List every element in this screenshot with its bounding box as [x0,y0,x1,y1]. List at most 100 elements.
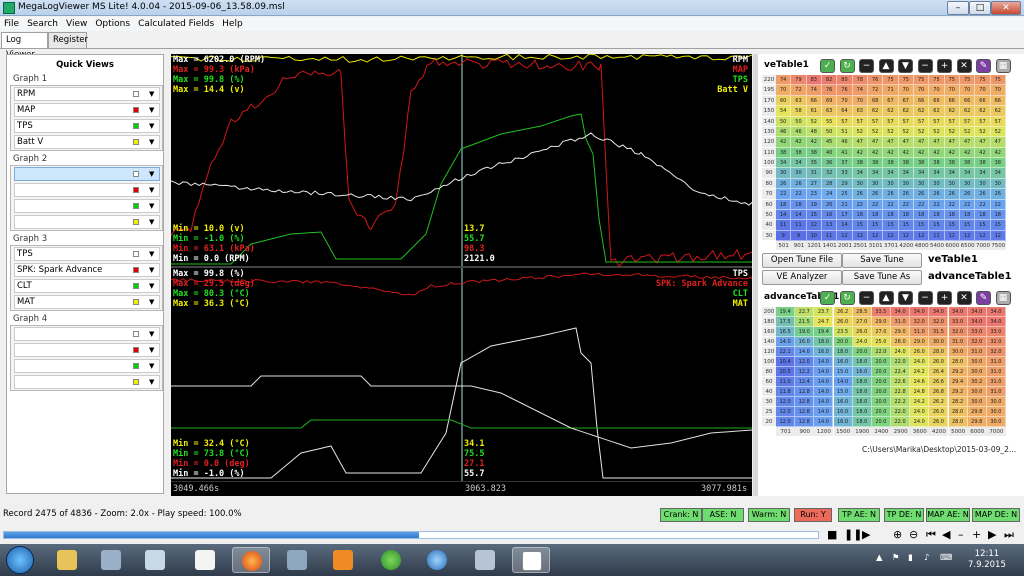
table-cell[interactable]: 14.0 [814,367,833,377]
table-cell[interactable]: 29.0 [872,317,891,327]
table-cell[interactable]: 31.0 [987,357,1006,367]
table-cell[interactable]: 25 [837,189,852,199]
table-cell[interactable]: 70 [853,96,868,106]
table-cell[interactable]: 9 [791,231,806,241]
table-cell[interactable]: 22 [945,200,960,210]
table-cell[interactable]: 69 [822,96,837,106]
table-cell[interactable]: 60 [776,96,791,106]
forward-icon[interactable]: ▶ [988,529,996,541]
table-cell[interactable]: 33.0 [968,327,987,337]
taskbar-sketch[interactable] [418,547,456,573]
last-record-icon[interactable]: ⏭ [1004,529,1014,541]
table-cell[interactable]: 76 [837,85,852,95]
table-cell[interactable]: 52 [960,127,975,137]
table-cell[interactable]: 16.0 [834,417,853,427]
table-cell[interactable]: 18 [776,200,791,210]
color-swatch[interactable] [133,139,139,145]
table-cell[interactable]: 20.0 [834,337,853,347]
table-cell[interactable]: 26 [914,189,929,199]
color-swatch[interactable] [133,123,139,129]
table-cell[interactable]: 38 [945,158,960,168]
table-cell[interactable]: 62 [868,106,883,116]
table-cell[interactable]: 12.8 [795,417,814,427]
table-cell[interactable]: 14 [791,210,806,220]
plus-icon[interactable]: + [937,59,952,73]
table-cell[interactable]: 12 [899,231,914,241]
table-cell[interactable]: 24.8 [910,387,929,397]
table-cell[interactable]: 12 [975,231,990,241]
table-cell[interactable]: 74 [776,75,791,85]
table-cell[interactable]: 34 [791,158,806,168]
table-cell[interactable]: 62 [883,106,898,116]
table-cell[interactable]: 52 [991,127,1006,137]
graph-1[interactable]: Max = 6202.0 (RPM) Max = 99.3 (kPa) Max = … [171,54,752,266]
table-cell[interactable]: 30 [914,179,929,189]
table-cell[interactable]: 29.2 [949,387,968,397]
chevron-down-icon[interactable]: ▼ [149,122,154,130]
table-cell[interactable]: 55 [822,117,837,127]
taskbar-megalogviewer[interactable] [512,547,550,573]
table-cell[interactable]: 26 [883,189,898,199]
table-cell[interactable]: 75 [929,75,944,85]
table-cell[interactable]: 14.0 [814,407,833,417]
chevron-down-icon[interactable]: ▼ [149,266,154,274]
scrub-plus-icon[interactable]: + [972,529,981,541]
table-cell[interactable]: 26 [868,189,883,199]
table-cell[interactable]: 30 [868,179,883,189]
table-cell[interactable]: 16.5 [776,327,795,337]
table-cell[interactable]: 68 [868,96,883,106]
table-cell[interactable]: 20 [822,200,837,210]
table-cell[interactable]: 57 [991,117,1006,127]
quick-view-select[interactable]: CLT ▼ [14,279,160,293]
table-cell[interactable]: 30 [975,179,990,189]
table-cell[interactable]: 52 [868,127,883,137]
table-cell[interactable]: 38 [853,158,868,168]
table-cell[interactable]: 23.7 [814,307,833,317]
table-cell[interactable]: 70 [776,85,791,95]
table-cell[interactable]: 11 [791,220,806,230]
table-cell[interactable]: 28 [822,179,837,189]
table-cell[interactable]: 26 [960,189,975,199]
table-cell[interactable]: 33.0 [949,317,968,327]
table-cell[interactable]: 52 [975,127,990,137]
table-cell[interactable]: 70 [945,85,960,95]
table-cell[interactable]: 26.0 [853,327,872,337]
grid-icon[interactable]: ▦ [996,59,1011,73]
color-swatch[interactable] [133,363,139,369]
quick-view-select[interactable]: ▼ [14,199,160,213]
table-cell[interactable]: 74 [853,85,868,95]
table-cell[interactable]: 22.7 [795,307,814,317]
cancel-icon[interactable]: ✕ [957,291,972,305]
table-cell[interactable]: 26.2 [929,397,948,407]
table-cell[interactable]: 34.0 [987,317,1006,327]
zoom-out-icon[interactable]: ⊖ [909,529,918,541]
table-cell[interactable]: 20.0 [872,397,891,407]
color-swatch[interactable] [133,331,139,337]
table-cell[interactable]: 26.0 [910,347,929,357]
table-cell[interactable]: 26 [929,189,944,199]
table-cell[interactable]: 47 [853,137,868,147]
table-cell[interactable]: 30.0 [987,407,1006,417]
table-cell[interactable]: 29.2 [949,367,968,377]
table-cell[interactable]: 34.0 [910,307,929,317]
zoom-in-icon[interactable]: ⊕ [893,529,902,541]
table-cell[interactable]: 34.0 [968,317,987,327]
table-cell[interactable]: 16.0 [853,367,872,377]
table-cell[interactable]: 19.4 [814,327,833,337]
table-cell[interactable]: 18 [868,210,883,220]
taskbar-sync[interactable] [372,547,410,573]
taskbar-settings[interactable] [278,547,316,573]
table-cell[interactable]: 57 [868,117,883,127]
table-cell[interactable]: 47 [899,137,914,147]
table-cell[interactable]: 30 [929,179,944,189]
table-cell[interactable]: 67 [899,96,914,106]
table-cell[interactable]: 74 [807,85,822,95]
table-cell[interactable]: 12.8 [795,387,814,397]
table-cell[interactable]: 20.0 [872,367,891,377]
table-cell[interactable]: 26.0 [929,357,948,367]
table-cell[interactable]: 11.8 [776,387,795,397]
table-cell[interactable]: 15 [929,220,944,230]
table-cell[interactable]: 47 [868,137,883,147]
table-cell[interactable]: 42 [975,148,990,158]
color-swatch[interactable] [133,107,139,113]
